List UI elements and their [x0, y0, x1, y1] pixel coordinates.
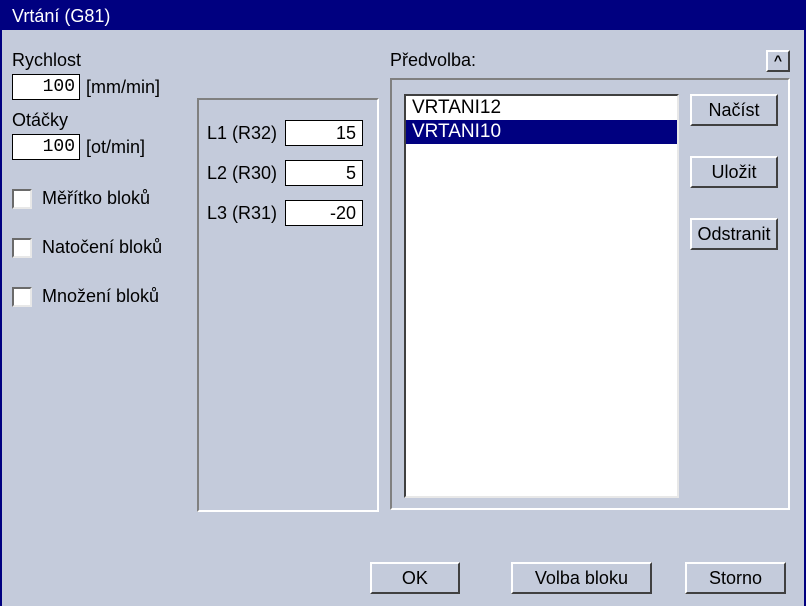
multiply-checkbox[interactable] [12, 287, 32, 307]
right-container: Předvolba: ^ VRTANI12 VRTANI10 Načíst Ul… [390, 50, 790, 510]
window-title: Vrtání (G81) [12, 6, 110, 27]
save-button[interactable]: Uložit [690, 156, 778, 188]
rotate-checkbox[interactable] [12, 238, 32, 258]
rpm-row: [ot/min] [12, 134, 192, 160]
dialog-window: Vrtání (G81) Rychlost [mm/min] Otáčky [o… [0, 0, 806, 606]
l1-label: L1 (R32) [207, 123, 285, 144]
l3-row: L3 (R31) [207, 200, 369, 226]
dialog-content: Rychlost [mm/min] Otáčky [ot/min] Měřítk… [2, 30, 804, 606]
right-button-group: Načíst Uložit Odstranit [690, 94, 778, 280]
ok-button[interactable]: OK [370, 562, 460, 594]
delete-button[interactable]: Odstranit [690, 218, 778, 250]
preset-header: Předvolba: ^ [390, 50, 790, 72]
l2-label: L2 (R30) [207, 163, 285, 184]
rpm-label: Otáčky [12, 110, 192, 131]
rotate-checkbox-row: Natočení bloků [12, 237, 192, 258]
l1-row: L1 (R32) [207, 120, 369, 146]
speed-unit: [mm/min] [86, 77, 160, 98]
multiply-checkbox-row: Množení bloků [12, 286, 192, 307]
cancel-button[interactable]: Storno [685, 562, 786, 594]
bottom-button-row: OK Volba bloku Storno [2, 562, 804, 594]
block-button[interactable]: Volba bloku [511, 562, 652, 594]
left-panel: Rychlost [mm/min] Otáčky [ot/min] Měřítk… [12, 50, 192, 307]
scale-checkbox-label: Měřítko bloků [42, 188, 150, 209]
title-bar: Vrtání (G81) [2, 2, 804, 30]
rpm-unit: [ot/min] [86, 137, 145, 158]
l1-input[interactable] [285, 120, 363, 146]
list-item[interactable]: VRTANI12 [406, 96, 677, 120]
l3-input[interactable] [285, 200, 363, 226]
l2-input[interactable] [285, 160, 363, 186]
rotate-checkbox-label: Natočení bloků [42, 237, 162, 258]
preset-listbox[interactable]: VRTANI12 VRTANI10 [404, 94, 679, 498]
preset-title: Předvolba: [390, 50, 476, 71]
speed-row: [mm/min] [12, 74, 192, 100]
multiply-checkbox-label: Množení bloků [42, 286, 159, 307]
l3-label: L3 (R31) [207, 203, 285, 224]
scale-checkbox[interactable] [12, 189, 32, 209]
middle-panel: L1 (R32) L2 (R30) L3 (R31) [197, 98, 379, 512]
scale-checkbox-row: Měřítko bloků [12, 188, 192, 209]
load-button[interactable]: Načíst [690, 94, 778, 126]
l2-row: L2 (R30) [207, 160, 369, 186]
speed-label: Rychlost [12, 50, 192, 71]
right-panel: VRTANI12 VRTANI10 Načíst Uložit Odstrani… [390, 78, 790, 510]
list-item[interactable]: VRTANI10 [406, 120, 677, 144]
rpm-input[interactable] [12, 134, 80, 160]
expand-caret-button[interactable]: ^ [766, 50, 790, 72]
speed-input[interactable] [12, 74, 80, 100]
